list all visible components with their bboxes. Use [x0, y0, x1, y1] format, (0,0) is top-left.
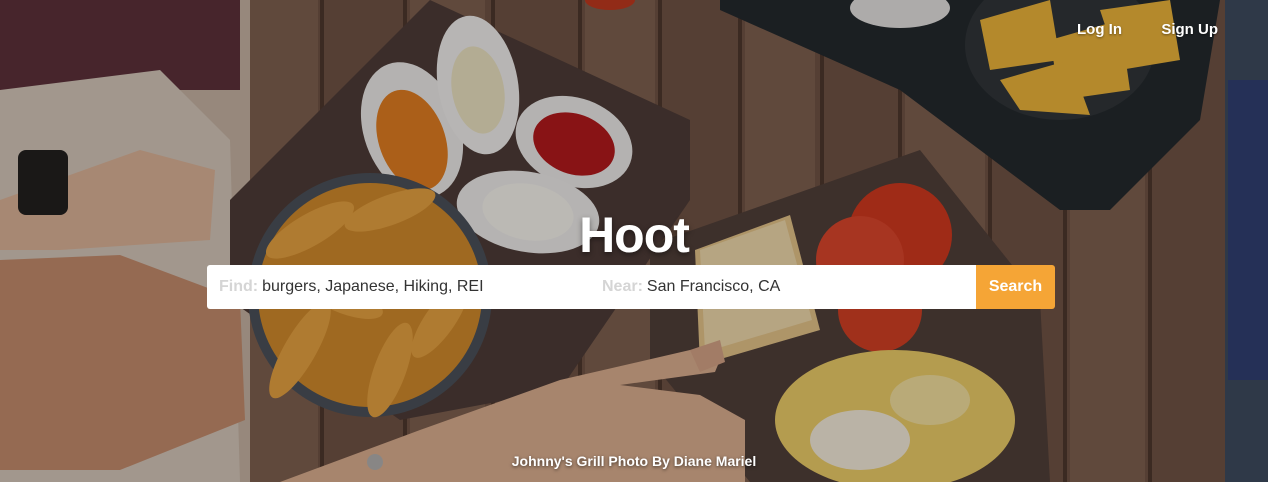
near-field[interactable]: Near:	[591, 265, 976, 309]
search-button[interactable]: Search	[976, 265, 1055, 309]
signup-link[interactable]: Sign Up	[1161, 21, 1218, 38]
near-label: Near:	[602, 278, 643, 295]
photo-credit: Johnny's Grill Photo By Diane Mariel	[511, 453, 757, 469]
find-label: Find:	[219, 278, 259, 295]
search-form: Find: Near: Search	[207, 265, 1055, 309]
find-field[interactable]: Find:	[207, 265, 591, 309]
find-input[interactable]	[262, 278, 563, 296]
near-input[interactable]	[646, 278, 947, 296]
site-title: Hoot	[579, 207, 690, 263]
login-link[interactable]: Log In	[1077, 21, 1122, 38]
